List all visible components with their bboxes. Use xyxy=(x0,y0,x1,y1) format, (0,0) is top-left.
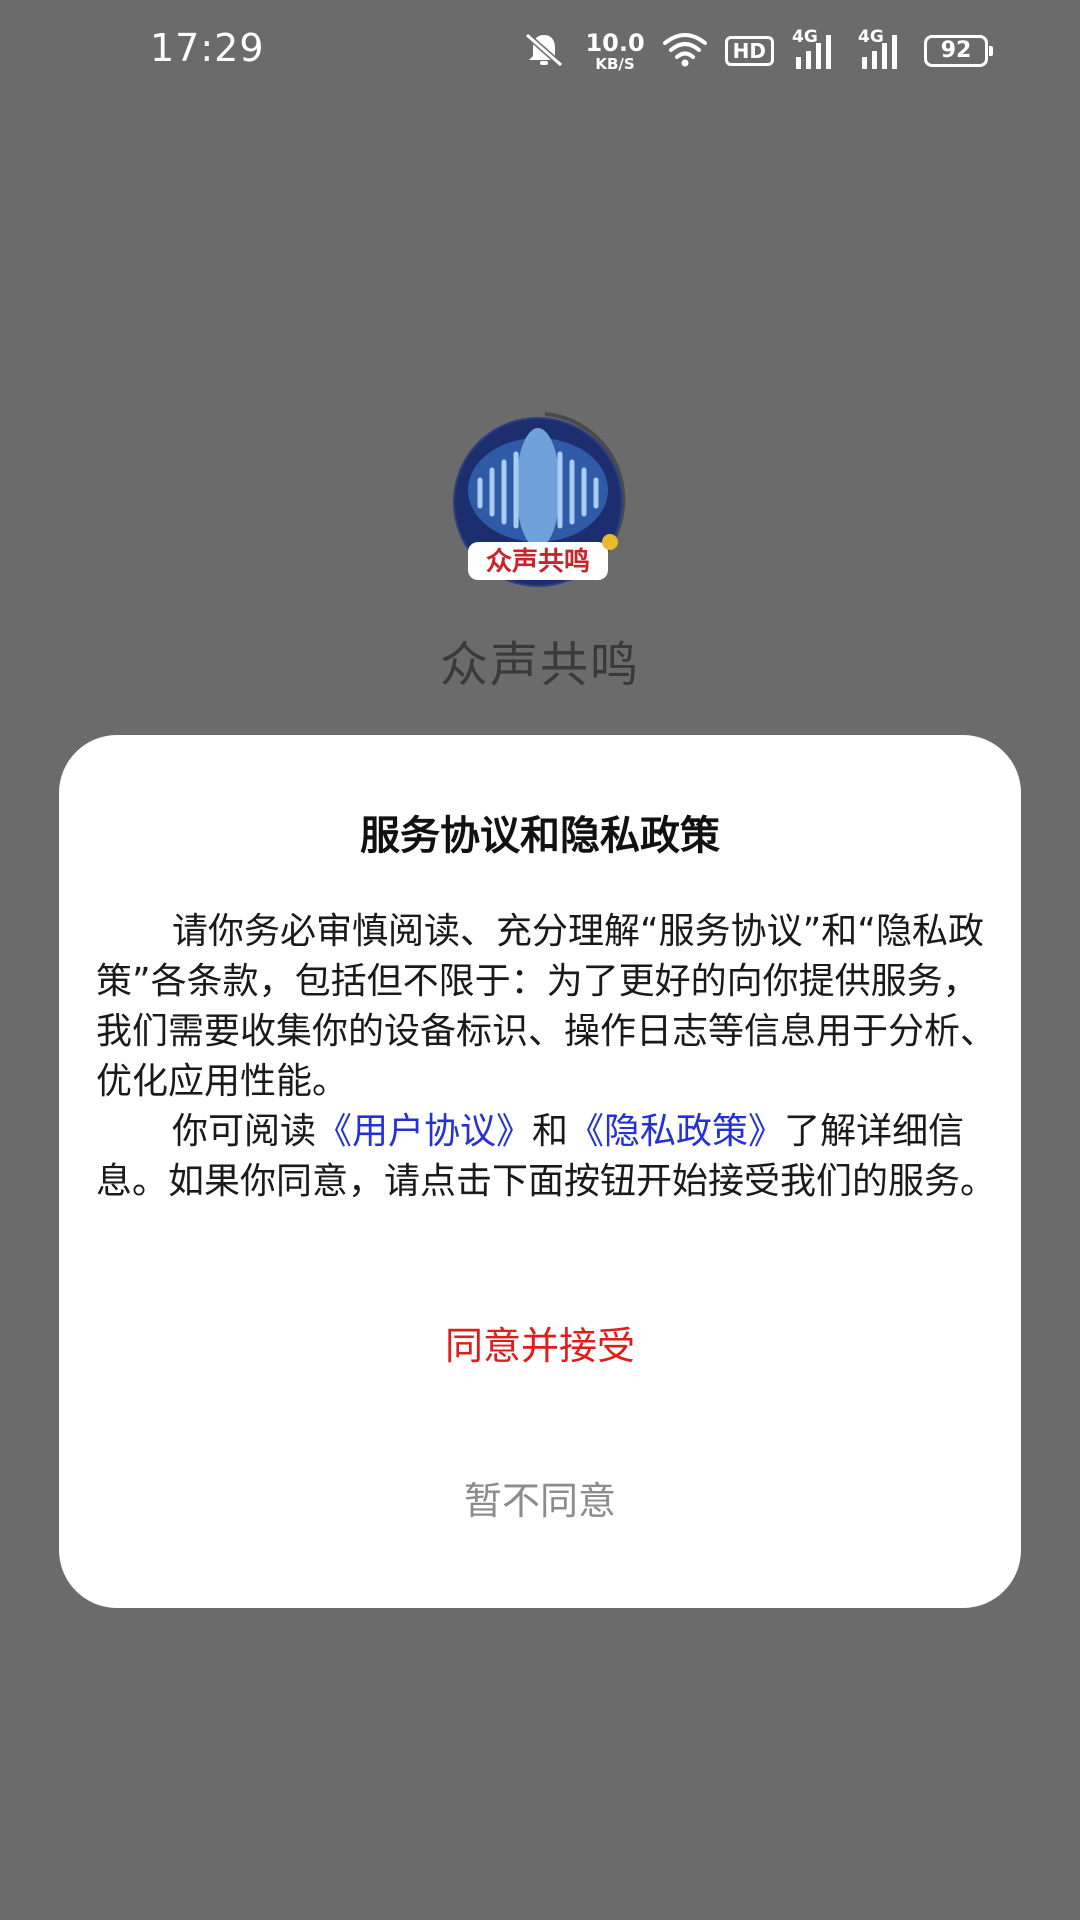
wifi-icon xyxy=(662,31,707,71)
network-speed-value: 10.0 xyxy=(585,28,645,57)
privacy-dialog: 服务协议和隐私政策 请你务必审慎阅读、充分理解“服务协议”和“隐私政策”各条款，… xyxy=(59,735,1021,1608)
mute-bell-icon xyxy=(521,29,567,73)
hd-voice-badge: HD xyxy=(724,36,774,66)
privacy-policy-link[interactable]: 《隐私政策》 xyxy=(568,1111,784,1152)
dialog-body: 请你务必审慎阅读、充分理解“服务协议”和“隐私政策”各条款，包括但不限于：为了更… xyxy=(96,907,996,1207)
signal-bars-icon xyxy=(796,35,831,69)
network-speed-unit: KB/S xyxy=(595,54,635,73)
network-speed: 10.0 KB/S xyxy=(585,31,644,72)
battery-icon: 92 xyxy=(924,35,993,67)
dialog-paragraph-2: 你可阅读《用户协议》和《隐私政策》了解详细信息。如果你同意，请点击下面按钮开始接… xyxy=(96,1107,996,1207)
dialog-paragraph-1: 请你务必审慎阅读、充分理解“服务协议”和“隐私政策”各条款，包括但不限于：为了更… xyxy=(96,911,997,1102)
disagree-button[interactable]: 暂不同意 xyxy=(59,1470,1021,1525)
status-time: 17:29 xyxy=(150,26,265,70)
signal-4g-2: 4G xyxy=(858,27,906,71)
p2-prefix: 你可阅读 xyxy=(172,1111,317,1152)
logo-text: 众声共鸣 xyxy=(486,546,590,577)
p2-and: 和 xyxy=(532,1111,569,1152)
app-name: 众声共鸣 xyxy=(439,637,640,693)
signal-4g-1: 4G xyxy=(792,27,840,71)
status-bar: 17:29 10.0 KB/S HD 4G 4G 92 xyxy=(0,0,1080,100)
dialog-title: 服务协议和隐私政策 xyxy=(360,813,720,859)
app-logo: 众声共鸣 xyxy=(450,410,636,596)
status-icons: 10.0 KB/S HD 4G 4G 92 xyxy=(521,26,993,76)
battery-level: 92 xyxy=(940,38,972,63)
agree-button[interactable]: 同意并接受 xyxy=(59,1315,1021,1370)
user-agreement-link[interactable]: 《用户协议》 xyxy=(316,1111,532,1152)
signal-bars-icon xyxy=(862,35,897,69)
